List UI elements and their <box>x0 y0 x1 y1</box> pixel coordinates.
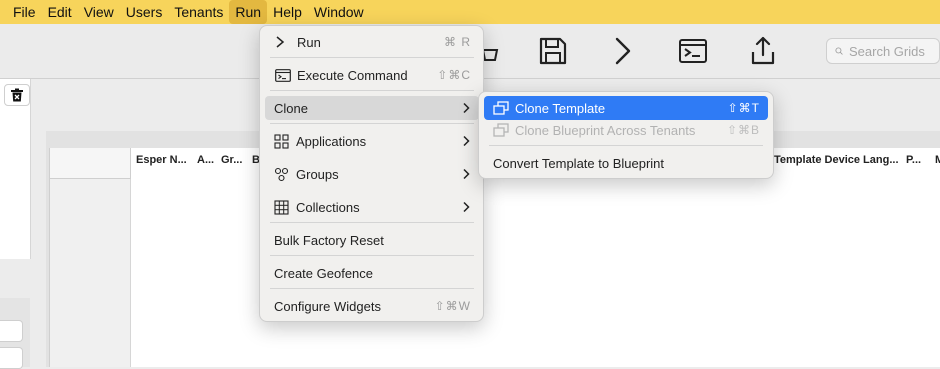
menu-tenants[interactable]: Tenants <box>168 0 229 24</box>
share-icon[interactable] <box>748 36 778 66</box>
menu-file[interactable]: File <box>7 0 42 24</box>
column-header[interactable]: P... <box>906 148 921 178</box>
menu-item-bulk-factory-reset[interactable]: Bulk Factory Reset <box>265 228 479 252</box>
chevron-right-icon <box>463 168 470 180</box>
menu-separator <box>270 123 474 124</box>
chevron-right-icon <box>463 201 470 213</box>
search-input[interactable] <box>847 42 939 60</box>
run-menu: Run ⌘ R Execute Command ⇧⌘C Clone Applic… <box>259 25 484 322</box>
menu-users[interactable]: Users <box>120 0 169 24</box>
menu-item-clone-blueprint[interactable]: Clone Blueprint Across Tenants ⇧⌘B <box>484 118 768 142</box>
chevron-right-icon <box>275 35 291 49</box>
menu-item-groups[interactable]: Groups <box>265 162 479 186</box>
column-header[interactable]: M <box>935 148 940 178</box>
trash-button[interactable] <box>4 84 30 106</box>
menu-separator <box>270 90 474 91</box>
menu-item-create-geofence[interactable]: Create Geofence <box>265 261 479 285</box>
menu-separator <box>270 288 474 289</box>
menu-item-configure-widgets[interactable]: Configure Widgets ⇧⌘W <box>265 294 479 318</box>
groups-icon <box>274 167 290 181</box>
search-icon <box>835 47 843 55</box>
save-icon[interactable] <box>538 36 568 66</box>
left-panel <box>0 79 31 259</box>
menu-separator <box>270 222 474 223</box>
menu-item-clone-template[interactable]: Clone Template ⇧⌘T <box>484 96 768 120</box>
chevron-right-icon <box>463 102 470 114</box>
menu-run[interactable]: Run <box>229 0 268 24</box>
left-field-1[interactable] <box>0 320 23 342</box>
grid-corner <box>50 148 131 179</box>
column-header[interactable]: A... <box>197 148 214 178</box>
row-header <box>50 179 131 367</box>
menu-item-run[interactable]: Run ⌘ R <box>265 30 479 54</box>
chevron-right-icon <box>463 135 470 147</box>
menu-window[interactable]: Window <box>308 0 370 24</box>
clone-submenu: Clone Template ⇧⌘T Clone Blueprint Acros… <box>478 91 774 179</box>
copy-icon <box>493 123 509 137</box>
column-header[interactable]: Template Device Lang... <box>774 148 899 178</box>
menu-view[interactable]: View <box>78 0 120 24</box>
terminal-icon[interactable] <box>678 36 708 66</box>
menu-separator <box>270 255 474 256</box>
menu-separator <box>489 145 763 146</box>
copy-icon <box>493 101 509 115</box>
trash-icon <box>11 88 23 102</box>
left-field-2[interactable] <box>0 347 23 369</box>
menu-edit[interactable]: Edit <box>42 0 78 24</box>
menu-item-collections[interactable]: Collections <box>265 195 479 219</box>
column-header[interactable]: Gr... <box>221 148 242 178</box>
menu-item-applications[interactable]: Applications <box>265 129 479 153</box>
menu-item-execute-command[interactable]: Execute Command ⇧⌘C <box>265 63 479 87</box>
menu-bar: File Edit View Users Tenants Run Help Wi… <box>0 0 940 24</box>
grid-icon <box>274 133 290 149</box>
terminal-icon <box>275 68 291 82</box>
menu-separator <box>270 57 474 58</box>
search-field[interactable] <box>826 38 940 64</box>
menu-item-clone[interactable]: Clone <box>265 96 479 120</box>
data-grid: Esper N... A... Gr... B Template Device … <box>49 148 940 367</box>
menu-item-convert-template[interactable]: Convert Template to Blueprint <box>484 151 768 175</box>
column-header[interactable]: Esper N... <box>136 148 187 178</box>
table-icon <box>274 199 290 215</box>
menu-help[interactable]: Help <box>267 0 308 24</box>
chevron-right-icon[interactable] <box>608 36 638 66</box>
